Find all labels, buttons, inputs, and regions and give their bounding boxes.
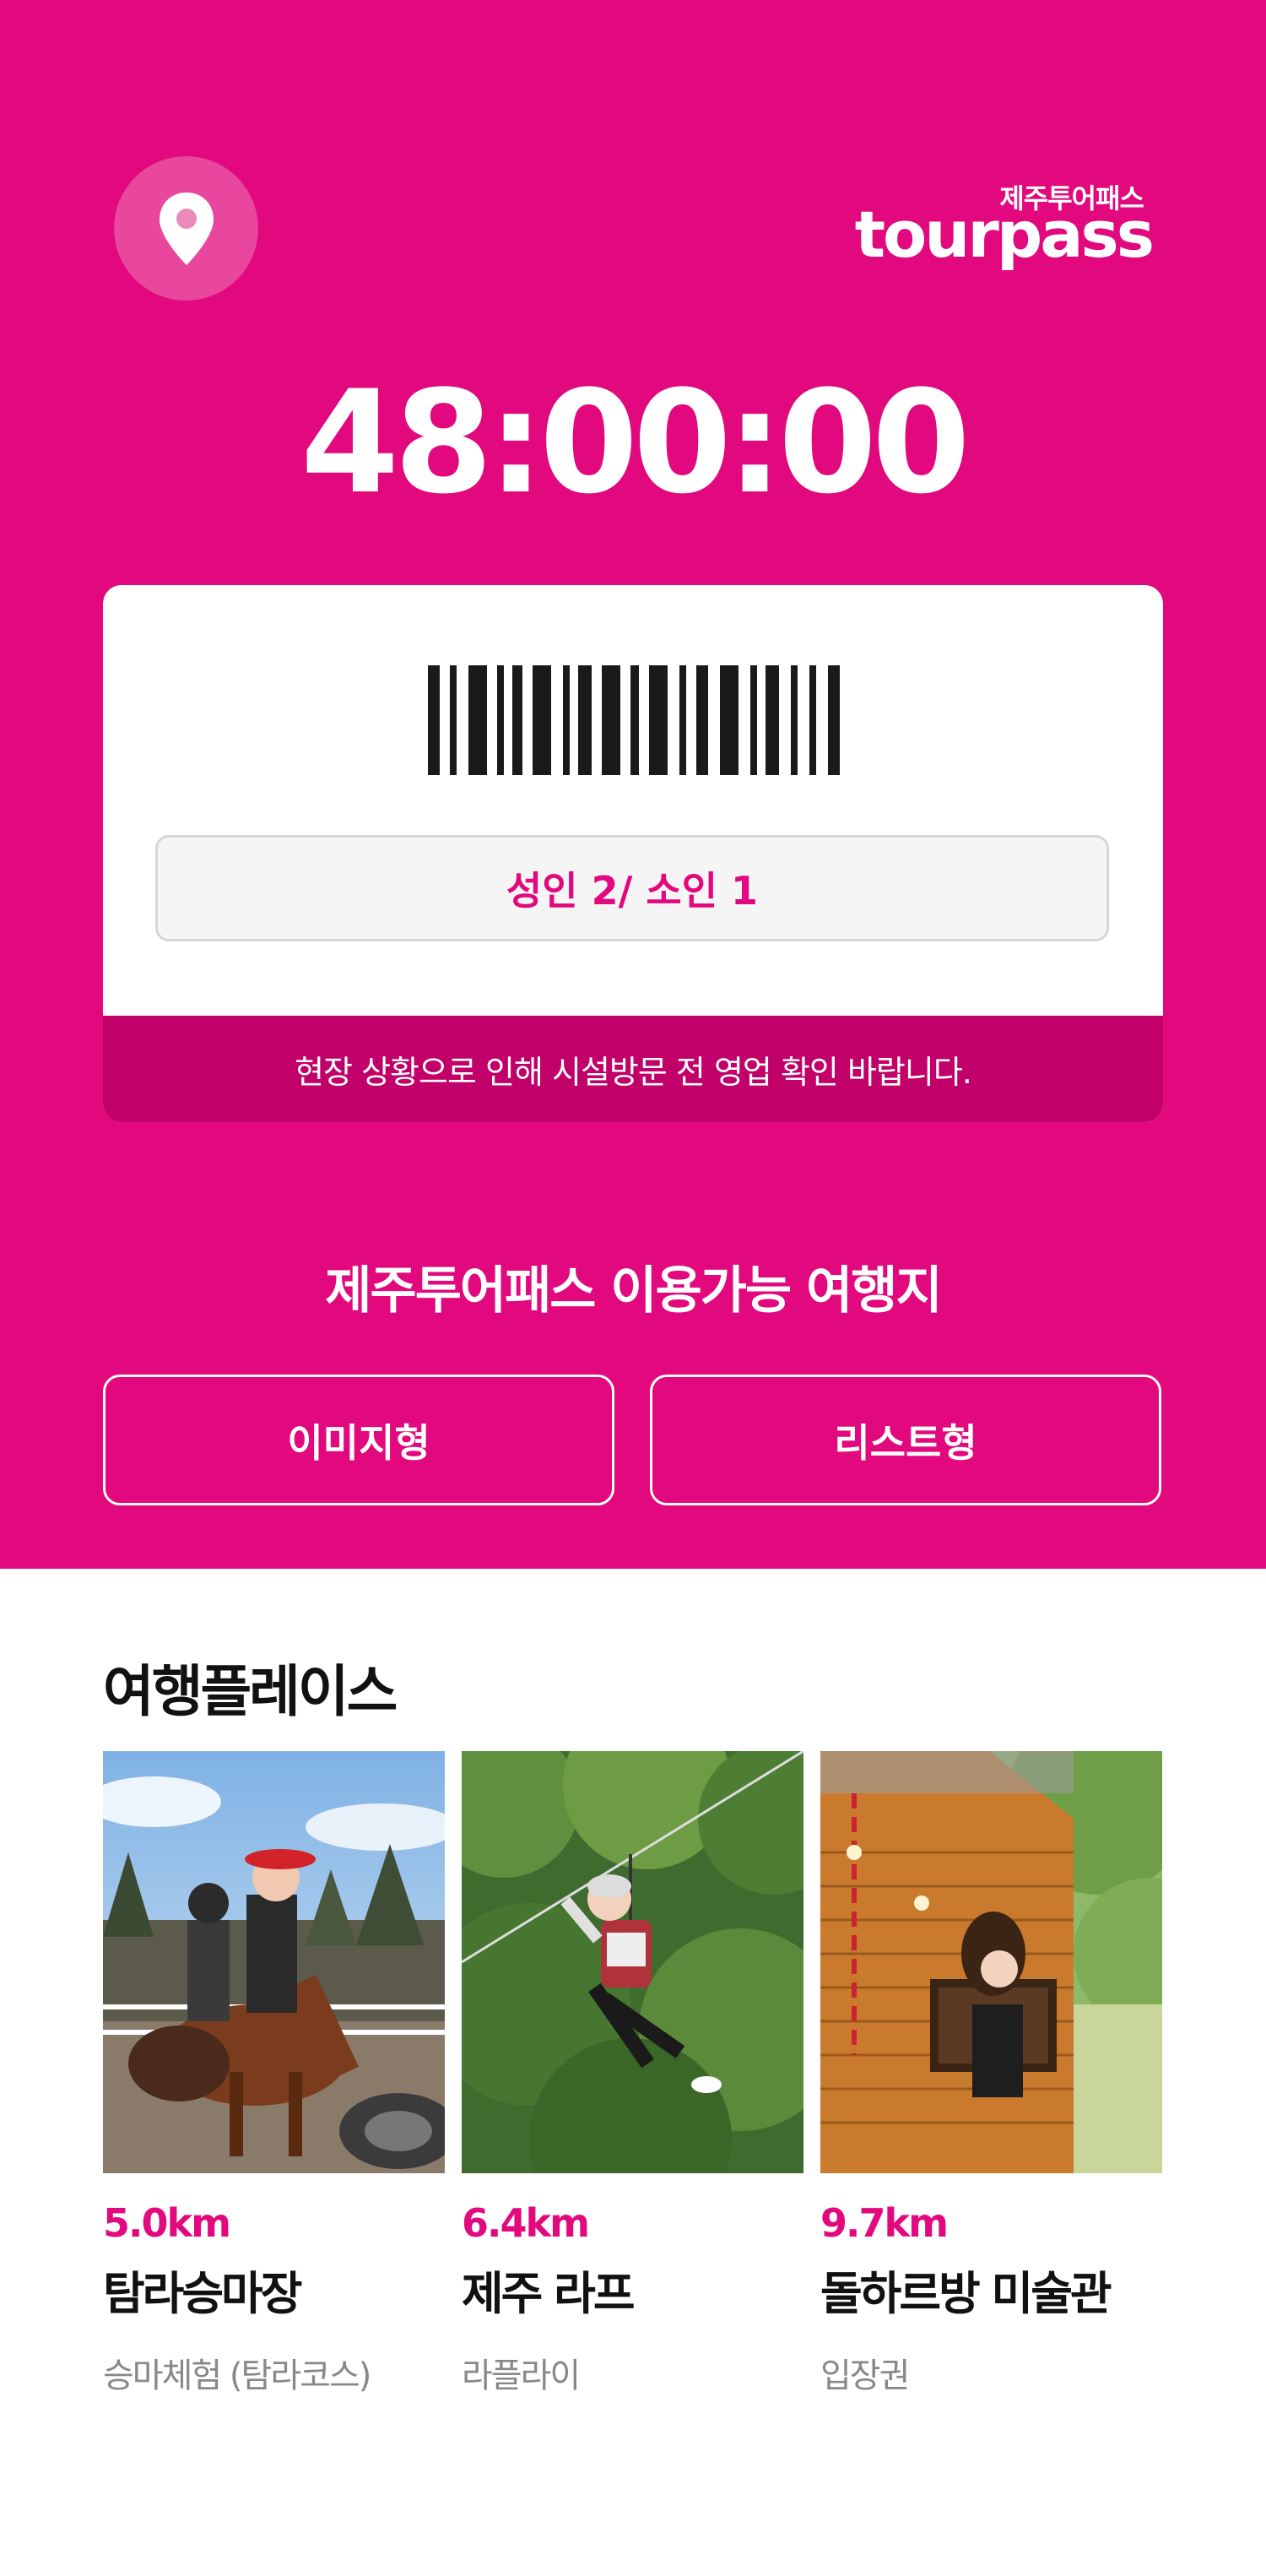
place-description: 입장권 bbox=[820, 2356, 910, 2395]
places-title: 여행플레이스 bbox=[103, 1659, 398, 1724]
place-name: 제주 라프 bbox=[462, 2267, 636, 2320]
place-distance: 9.7km bbox=[820, 2200, 949, 2246]
place-distance: 5.0km bbox=[103, 2200, 231, 2246]
location-pin-icon bbox=[159, 192, 214, 265]
place-card[interactable]: 6.4km 제주 라프 라플라이 bbox=[462, 1751, 803, 2397]
business-notice: 현장 상황으로 인해 시설방문 전 영업 확인 바랍니다. bbox=[103, 1016, 1163, 1122]
place-card[interactable]: 5.0km 탐라승마장 승마체험 (탐라코스) bbox=[103, 1751, 445, 2397]
list-view-button[interactable]: 리스트형 bbox=[650, 1375, 1161, 1505]
place-photo-horse-riding[interactable] bbox=[103, 1751, 445, 2173]
place-distance: 6.4km bbox=[462, 2200, 590, 2246]
countdown-timer: 48:00:00 bbox=[300, 360, 971, 525]
place-description: 승마체험 (탐라코스) bbox=[103, 2356, 371, 2395]
brand-wordmark: tourpass bbox=[854, 197, 1155, 272]
place-name: 돌하르방 미술관 bbox=[820, 2267, 1112, 2320]
tourpass-logo: 제주투어패스 tourpass bbox=[855, 177, 1155, 270]
location-button[interactable] bbox=[114, 156, 258, 301]
image-view-button[interactable]: 이미지형 bbox=[103, 1375, 614, 1505]
place-photo-art-museum[interactable] bbox=[820, 1751, 1162, 2173]
destinations-title: 제주투어패스 이용가능 여행지 bbox=[325, 1261, 942, 1321]
ticket-card: 성인 2/ 소인 1 현장 상황으로 인해 시설방문 전 영업 확인 바랍니다. bbox=[103, 585, 1163, 1122]
place-description: 라플라이 bbox=[462, 2356, 581, 2395]
place-card[interactable]: 9.7km 돌하르방 미술관 입장권 bbox=[820, 1751, 1162, 2397]
place-name: 탐라승마장 bbox=[103, 2267, 302, 2320]
pass-hero: 제주투어패스 tourpass 48:00:00 성인 2/ 소인 1 현장 상… bbox=[0, 0, 1266, 1569]
passenger-count: 성인 2/ 소인 1 bbox=[155, 835, 1109, 941]
barcode[interactable] bbox=[428, 665, 850, 775]
place-photo-zipline[interactable] bbox=[462, 1751, 803, 2173]
